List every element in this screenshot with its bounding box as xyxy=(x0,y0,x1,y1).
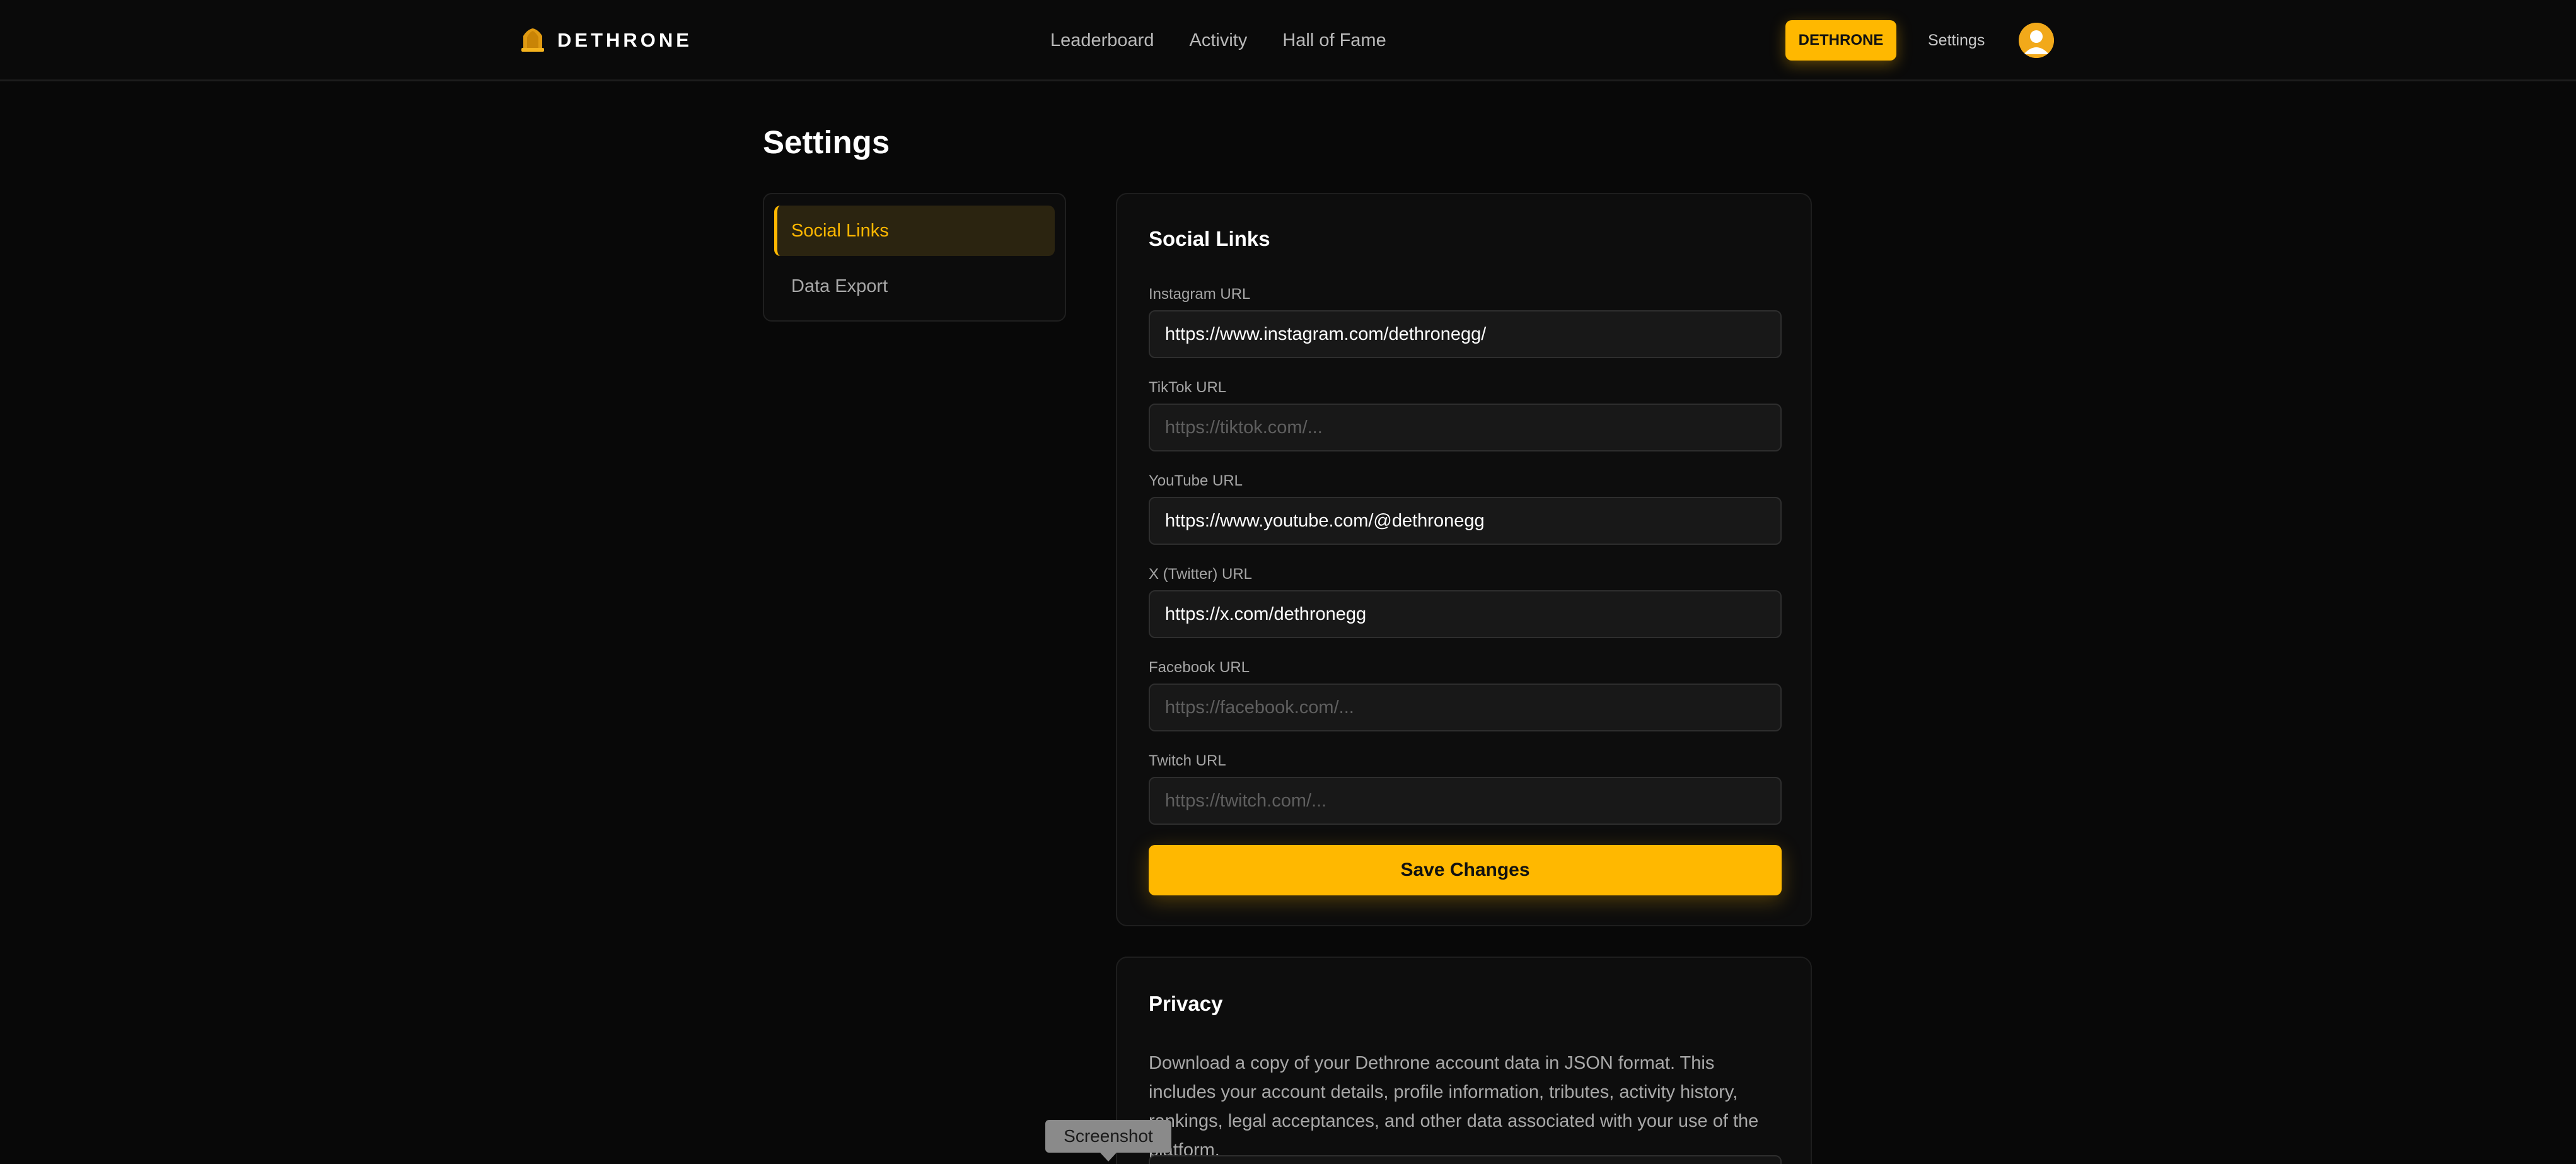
social-links-title: Social Links xyxy=(1149,227,1270,250)
privacy-title: Privacy xyxy=(1149,992,1223,1015)
twitter-input[interactable] xyxy=(1149,590,1782,638)
main-nav: Leaderboard Activity Hall of Fame xyxy=(1050,25,1386,55)
menu-item-social-links[interactable]: Social Links xyxy=(774,206,1055,256)
export-button[interactable] xyxy=(1149,1155,1782,1164)
nav-leaderboard[interactable]: Leaderboard xyxy=(1050,30,1154,51)
youtube-input[interactable] xyxy=(1149,497,1782,545)
youtube-label: YouTube URL xyxy=(1149,472,1243,489)
nav-hall-of-fame[interactable]: Hall of Fame xyxy=(1282,30,1386,51)
facebook-field: Facebook URL xyxy=(1149,658,1782,731)
user-avatar-icon xyxy=(2019,23,2054,58)
privacy-card: Privacy Download a copy of your Dethrone… xyxy=(1116,957,1812,1164)
tiktok-field: TikTok URL xyxy=(1149,378,1782,451)
twitter-field: X (Twitter) URL xyxy=(1149,565,1782,638)
top-navigation-bar: DETHRONE Leaderboard Activity Hall of Fa… xyxy=(0,0,2576,81)
tiktok-input[interactable] xyxy=(1149,404,1782,451)
twitter-label: X (Twitter) URL xyxy=(1149,566,1253,583)
instagram-field: Instagram URL xyxy=(1149,285,1782,358)
facebook-input[interactable] xyxy=(1149,684,1782,731)
youtube-field: YouTube URL xyxy=(1149,472,1782,545)
twitch-label: Twitch URL xyxy=(1149,752,1226,769)
facebook-label: Facebook URL xyxy=(1149,659,1250,676)
settings-menu: Social Links Data Export xyxy=(763,193,1066,322)
menu-item-data-export[interactable]: Data Export xyxy=(774,261,1055,311)
dethrone-button[interactable]: DETHRONE xyxy=(1785,20,1896,61)
twitch-field: Twitch URL xyxy=(1149,752,1782,825)
social-links-card: Social Links Instagram URL TikTok URL Yo… xyxy=(1116,193,1812,926)
brand-logo[interactable]: DETHRONE xyxy=(521,25,692,55)
brand-name: DETHRONE xyxy=(557,29,692,51)
save-changes-button[interactable]: Save Changes xyxy=(1149,845,1782,895)
tooltip-arrow xyxy=(1100,1153,1117,1161)
page-title: Settings xyxy=(763,124,890,160)
privacy-description: Download a copy of your Dethrone account… xyxy=(1149,1053,1759,1160)
avatar[interactable] xyxy=(2019,23,2054,58)
twitch-input[interactable] xyxy=(1149,777,1782,825)
instagram-input[interactable] xyxy=(1149,310,1782,358)
instagram-label: Instagram URL xyxy=(1149,286,1251,303)
screenshot-tooltip: Screenshot xyxy=(1045,1120,1171,1153)
settings-page: DETHRONE Leaderboard Activity Hall of Fa… xyxy=(0,0,2576,1164)
settings-link[interactable]: Settings xyxy=(1928,29,1985,52)
crown-icon xyxy=(521,28,544,52)
nav-activity[interactable]: Activity xyxy=(1189,30,1247,51)
tiktok-label: TikTok URL xyxy=(1149,379,1227,396)
